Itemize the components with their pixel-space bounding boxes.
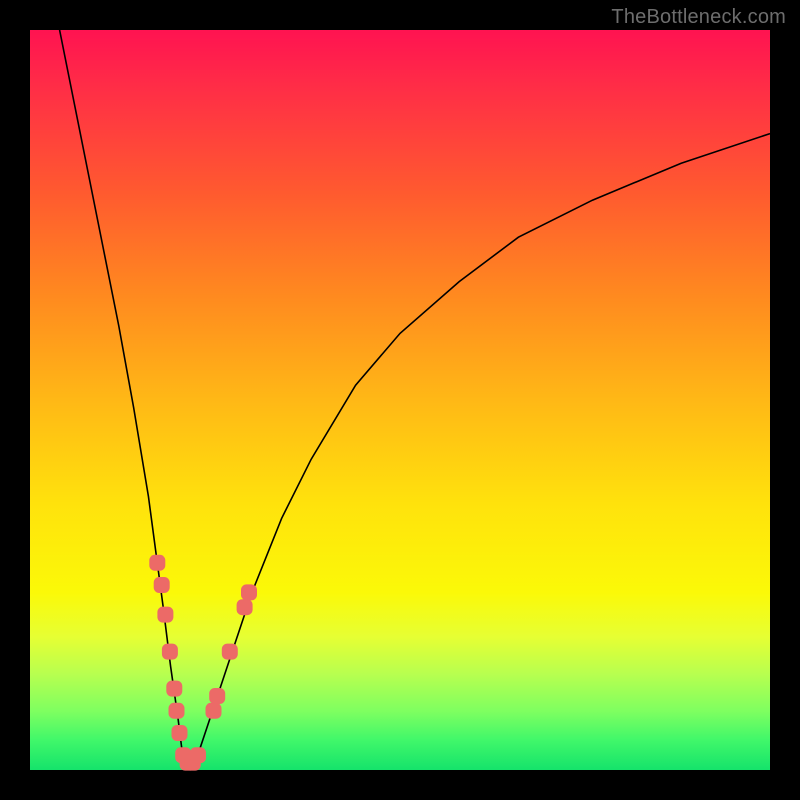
data-marker xyxy=(157,607,173,623)
data-marker xyxy=(209,688,225,704)
data-marker xyxy=(166,681,182,697)
data-marker xyxy=(149,555,165,571)
data-marker xyxy=(241,584,257,600)
data-marker xyxy=(222,644,238,660)
data-marker xyxy=(172,725,188,741)
data-marker xyxy=(190,747,206,763)
data-marker xyxy=(162,644,178,660)
data-marker xyxy=(206,703,222,719)
watermark-text: TheBottleneck.com xyxy=(611,6,786,29)
data-marker xyxy=(154,577,170,593)
data-marker xyxy=(237,599,253,615)
curve-layer xyxy=(30,30,770,770)
plot-area xyxy=(30,30,770,770)
data-marker xyxy=(169,703,185,719)
chart-frame: TheBottleneck.com xyxy=(0,0,800,800)
